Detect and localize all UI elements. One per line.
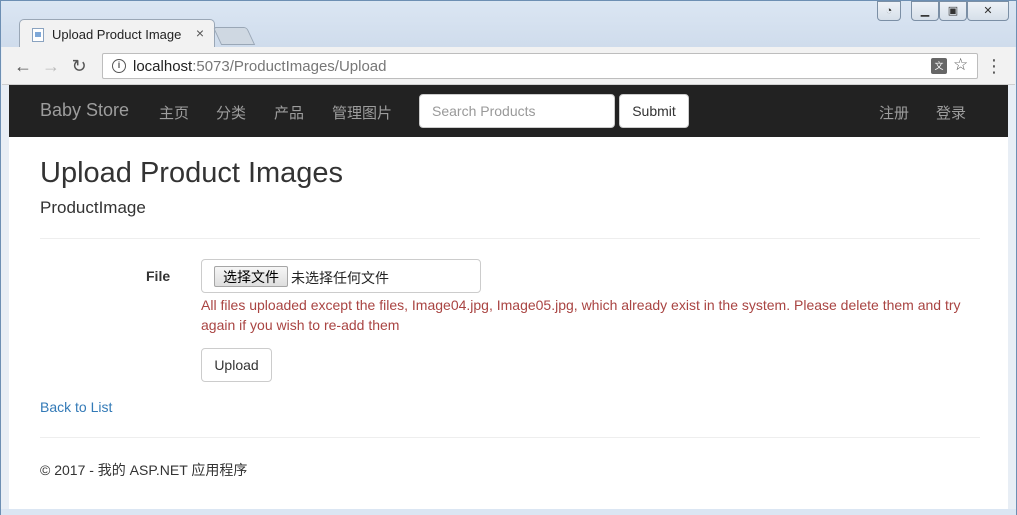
window-user-button[interactable]: ◔ [877, 1, 901, 21]
bookmark-star-icon[interactable]: ☆ [953, 55, 968, 75]
window-restore-button[interactable]: ▣ [939, 1, 967, 21]
nav-link-categories[interactable]: 分类 [216, 102, 246, 123]
brand-link[interactable]: Baby Store [40, 100, 129, 121]
restore-icon: ▣ [947, 5, 959, 17]
site-navbar: Baby Store 主页 分类 产品 管理图片 Submit 注册 登录 [9, 85, 1008, 137]
nav-link-login[interactable]: 登录 [936, 102, 966, 123]
address-bar[interactable]: i localhost:5073/ProductImages/Upload 文 … [102, 53, 978, 79]
no-file-text: 未选择任何文件 [291, 270, 389, 286]
browser-menu-icon[interactable]: ⋮ [984, 56, 1004, 76]
page-title: Upload Product Images [40, 157, 344, 189]
page-subtitle: ProductImage [40, 198, 146, 217]
web-page: Baby Store 主页 分类 产品 管理图片 Submit 注册 登录 Up… [9, 85, 1008, 509]
browser-titlebar: Upload Product Image × ◔ ▁ ▣ ✕ [1, 1, 1016, 49]
browser-toolbar: ← → ↻ i localhost:5073/ProductImages/Upl… [2, 47, 1015, 85]
nav-link-products[interactable]: 产品 [274, 102, 304, 123]
minimize-icon: ▁ [920, 5, 930, 17]
nav-link-register[interactable]: 注册 [879, 102, 909, 123]
search-input[interactable] [419, 94, 615, 128]
footer-text: © 2017 - 我的 ASP.NET 应用程序 [40, 462, 248, 478]
nav-link-manage-images[interactable]: 管理图片 [332, 102, 392, 123]
user-icon: ◔ [885, 5, 893, 17]
browser-window: Upload Product Image × ◔ ▁ ▣ ✕ ← → ↻ i l… [0, 0, 1017, 515]
url-host: localhost [133, 58, 193, 75]
back-arrow-icon[interactable]: ← [12, 55, 34, 77]
translate-icon[interactable]: 文 [931, 58, 947, 74]
submit-button[interactable]: Submit [619, 94, 689, 128]
tab-title: Upload Product Image [52, 27, 182, 42]
upload-button[interactable]: Upload [201, 348, 272, 382]
reload-icon[interactable]: ↻ [68, 55, 90, 77]
footer-divider [40, 437, 980, 438]
window-minimize-button[interactable]: ▁ [911, 1, 939, 21]
window-close-button[interactable]: ✕ [967, 1, 1009, 21]
file-input[interactable]: 选择文件 未选择任何文件 [201, 259, 481, 293]
browser-tab[interactable]: Upload Product Image × [19, 19, 215, 49]
url-text: localhost:5073/ProductImages/Upload [133, 58, 387, 75]
window-bottom-border [1, 509, 1016, 515]
url-path: :5073/ProductImages/Upload [192, 58, 387, 75]
tab-close-icon[interactable]: × [192, 24, 208, 42]
forward-arrow-icon[interactable]: → [40, 55, 62, 77]
new-tab-button[interactable] [212, 27, 256, 45]
back-to-list-link[interactable]: Back to List [40, 399, 112, 415]
nav-link-home[interactable]: 主页 [159, 102, 189, 123]
file-label: File [146, 268, 171, 284]
divider [40, 238, 980, 239]
choose-file-button[interactable]: 选择文件 [214, 266, 288, 287]
page-favicon-icon [32, 28, 44, 42]
info-icon[interactable]: i [112, 59, 126, 73]
close-icon: ✕ [983, 5, 993, 17]
validation-error-message: All files uploaded except the files, Ima… [201, 297, 961, 333]
